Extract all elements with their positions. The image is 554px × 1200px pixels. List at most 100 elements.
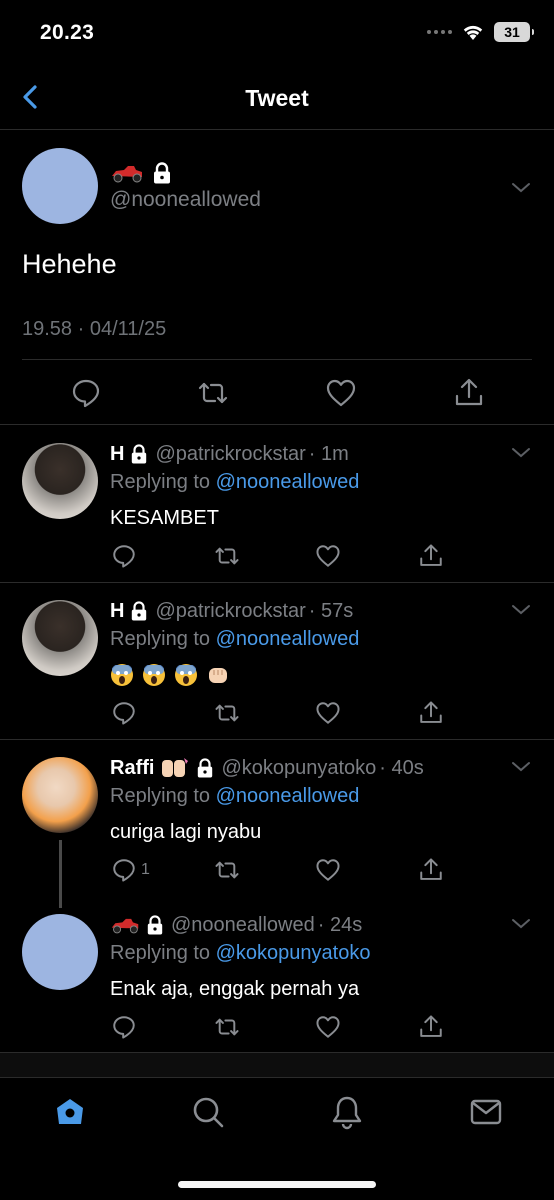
avatar[interactable]	[22, 148, 98, 224]
share-button[interactable]	[418, 543, 444, 569]
search-icon	[193, 1097, 224, 1128]
reply-time: · 57s	[308, 599, 354, 622]
share-icon	[420, 701, 442, 723]
reply-tweet: H @patrickrockstar · 1m Replying to @noo…	[0, 426, 554, 583]
lock-icon	[132, 444, 147, 464]
reply-icon	[113, 702, 135, 725]
retweet-button[interactable]	[214, 1014, 240, 1040]
reply-icon	[113, 859, 135, 882]
main-tweet: @nooneallowed Hehehe 19.58 · 04/11/25	[0, 131, 554, 425]
nav-header: Tweet	[0, 66, 554, 130]
hands-emoji-icon	[162, 758, 189, 777]
user-handle[interactable]: @nooneallowed	[110, 188, 261, 212]
divider	[22, 359, 532, 360]
display-name[interactable]: H	[110, 443, 124, 466]
reply-button[interactable]	[111, 1014, 137, 1040]
share-button[interactable]	[418, 1014, 444, 1040]
reply-button[interactable]	[111, 700, 137, 726]
like-button[interactable]	[315, 1014, 341, 1040]
home-indicator[interactable]	[178, 1181, 376, 1188]
tweet-actions: 1	[0, 857, 554, 883]
display-name[interactable]	[110, 161, 172, 185]
user-handle[interactable]: @patrickrockstar	[155, 600, 305, 623]
retweet-icon	[198, 382, 228, 404]
share-button[interactable]	[453, 377, 485, 409]
reply-icon	[113, 545, 135, 568]
like-button[interactable]	[315, 543, 341, 569]
share-icon	[420, 1015, 442, 1037]
tweet-actions	[0, 700, 554, 726]
retweet-button[interactable]	[214, 700, 240, 726]
reply-header: H @patrickrockstar · 1m	[110, 441, 349, 467]
retweet-icon	[215, 704, 239, 722]
retweet-button[interactable]	[214, 543, 240, 569]
reply-text: curiga lagi nyabu	[110, 821, 262, 843]
reply-time: · 40s	[379, 756, 424, 779]
tweet-actions	[0, 543, 554, 569]
bell-icon	[332, 1096, 362, 1130]
reply-button[interactable]	[111, 543, 137, 569]
cellular-signal-icon	[427, 30, 452, 34]
retweet-icon	[215, 547, 239, 565]
tweet-options-button[interactable]	[510, 446, 532, 460]
status-icons: 31	[427, 22, 534, 42]
display-name[interactable]: H	[110, 600, 124, 623]
lock-icon	[198, 758, 213, 778]
screaming-face-emoji-icon	[175, 664, 197, 686]
tweet-options-button[interactable]	[510, 603, 532, 617]
tab-home[interactable]	[52, 1094, 88, 1130]
page-title: Tweet	[245, 85, 309, 111]
like-button[interactable]	[315, 857, 341, 883]
reply-tweet: Raffi @kokopunyatoko · 40s Replying to @…	[0, 740, 554, 897]
chevron-down-icon	[512, 605, 530, 615]
user-handle[interactable]: @kokopunyatoko	[221, 757, 376, 780]
tab-notifications[interactable]	[329, 1094, 365, 1130]
reply-icon	[113, 1016, 135, 1039]
reply-button[interactable]	[70, 377, 102, 409]
replying-to: Replying to @kokopunyatoko	[110, 942, 370, 965]
tweet-actions	[0, 377, 554, 409]
like-button[interactable]	[325, 377, 357, 409]
share-button[interactable]	[418, 700, 444, 726]
like-button[interactable]	[315, 700, 341, 726]
reply-button[interactable]	[111, 857, 137, 883]
avatar[interactable]	[22, 914, 98, 990]
retweet-button[interactable]	[214, 857, 240, 883]
tweet-options-button[interactable]	[510, 181, 532, 195]
tweet-timestamp: 19.58 · 04/11/25	[22, 318, 167, 340]
heart-icon	[316, 1016, 340, 1038]
replying-to-link[interactable]: @kokopunyatoko	[216, 942, 371, 964]
reply-emoji-text	[110, 663, 238, 687]
display-name[interactable]: Raffi	[110, 757, 154, 780]
heart-icon	[316, 859, 340, 881]
user-handle[interactable]: @nooneallowed	[171, 914, 315, 937]
avatar[interactable]	[22, 600, 98, 676]
wifi-icon	[463, 25, 483, 40]
tweet-text: Hehehe	[22, 249, 117, 279]
share-icon	[455, 378, 483, 406]
lock-icon	[147, 915, 163, 935]
avatar[interactable]	[22, 757, 98, 833]
avatar[interactable]	[22, 443, 98, 519]
tab-messages[interactable]	[468, 1094, 504, 1130]
replying-to-label: Replying to	[110, 471, 216, 493]
home-icon	[57, 1099, 83, 1124]
reply-count: 1	[141, 861, 150, 878]
reply-header: @nooneallowed · 24s	[110, 912, 362, 938]
user-handle[interactable]: @patrickrockstar	[155, 443, 305, 466]
tweet-options-button[interactable]	[510, 760, 532, 774]
heart-icon	[326, 379, 356, 407]
replying-to: Replying to @nooneallowed	[110, 628, 359, 651]
replying-to-link[interactable]: @nooneallowed	[216, 628, 360, 650]
reply-tweet: H @patrickrockstar · 57s Replying to @no…	[0, 583, 554, 740]
replying-to-link[interactable]: @nooneallowed	[216, 785, 360, 807]
tweet-options-button[interactable]	[510, 917, 532, 931]
tab-search[interactable]	[190, 1094, 226, 1130]
section-separator	[0, 1052, 554, 1077]
share-button[interactable]	[418, 857, 444, 883]
lock-icon	[154, 162, 170, 184]
replying-to-label: Replying to	[110, 942, 216, 964]
fist-emoji-icon	[209, 668, 227, 683]
retweet-button[interactable]	[197, 377, 229, 409]
replying-to-link[interactable]: @nooneallowed	[216, 471, 360, 493]
